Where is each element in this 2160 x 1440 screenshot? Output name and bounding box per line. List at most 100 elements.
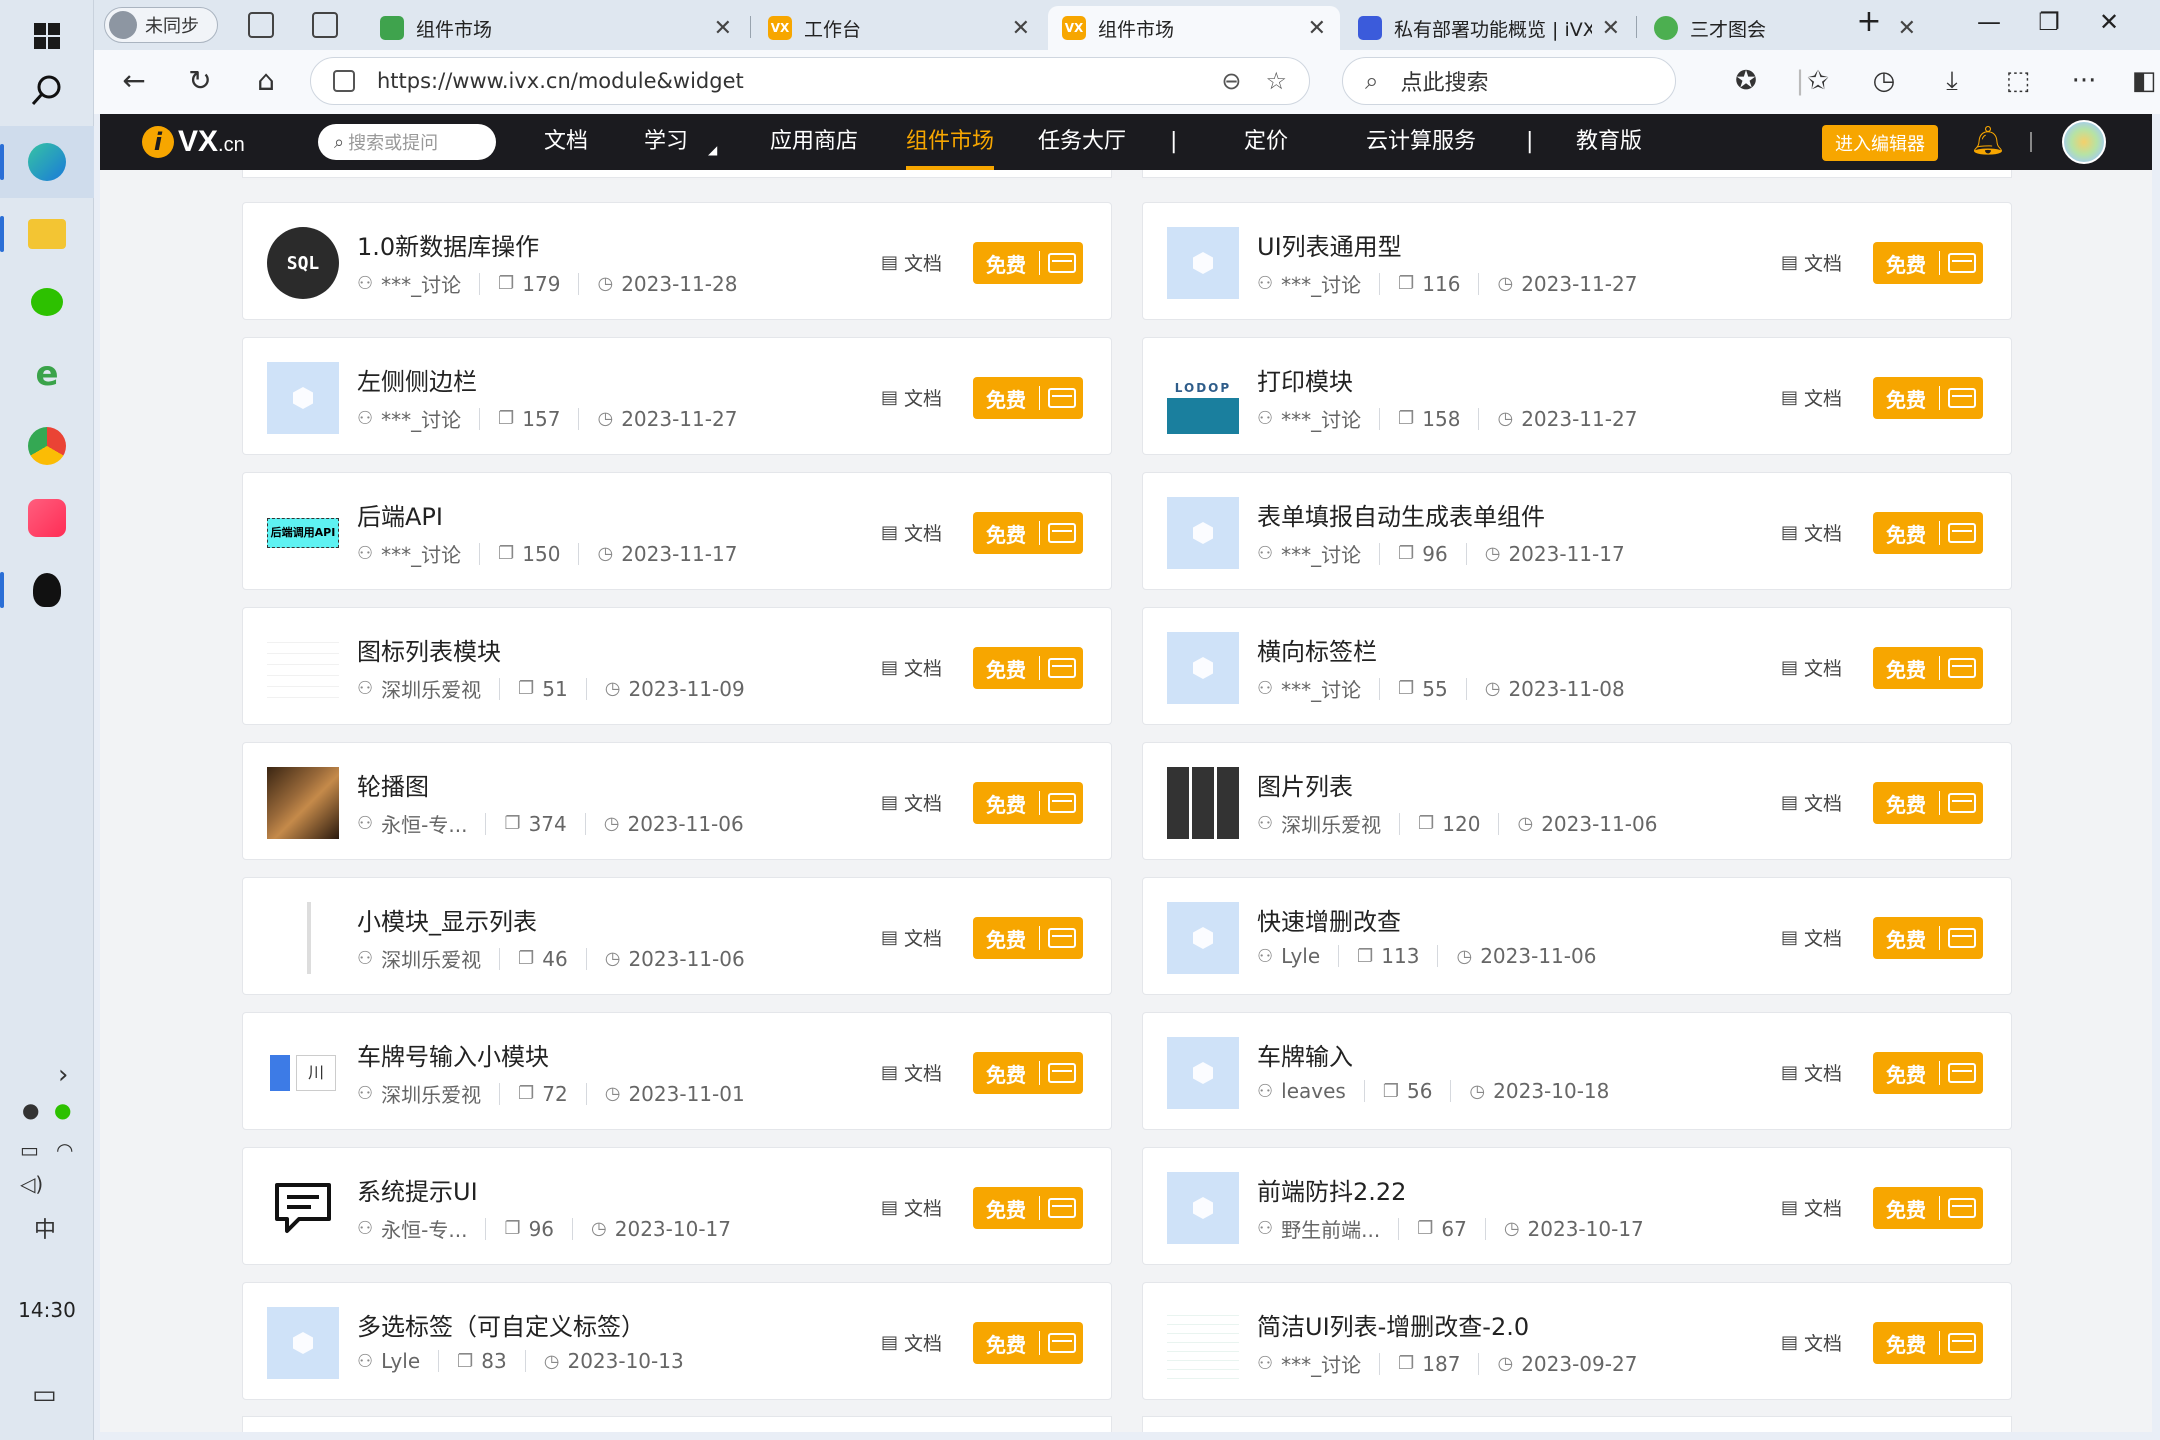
component-title[interactable]: 系统提示UI [357,1172,478,1207]
screenshot-icon[interactable]: ⬚ [1998,66,2038,96]
url-text[interactable]: https://www.ivx.cn/module&widget [377,69,1197,93]
free-get-button[interactable]: 免费 [1873,242,1983,284]
component-author[interactable]: ***_讨论 [1281,269,1361,298]
taskbar-file-explorer[interactable] [0,198,94,270]
component-author[interactable]: 深圳乐爱视 [1281,809,1381,838]
enter-editor-button[interactable]: 进入编辑器 [1822,125,1938,161]
nav-learn[interactable]: 学习 [644,114,688,170]
component-title[interactable]: 前端防抖2.22 [1257,1172,1406,1207]
component-title[interactable]: 1.0新数据库操作 [357,227,539,262]
volume-icon[interactable]: ◁) [20,1172,43,1196]
extensions-icon[interactable]: ✪ [1726,66,1766,96]
component-title[interactable]: 小模块_显示列表 [357,902,537,937]
component-card[interactable]: 小模块_显示列表 ⚇ 深圳乐爱视 ❐ 46 ◷ 2023-11-06 ▤ 文档 … [242,877,1112,995]
free-get-button[interactable]: 免费 [973,647,1083,689]
component-thumbnail[interactable] [1167,632,1239,704]
component-card[interactable]: 多选标签（可自定义标签） ⚇ Lyle ❐ 83 ◷ 2023-10-13 ▤ … [242,1282,1112,1400]
tray-wechat-icon[interactable]: ● [54,1098,71,1122]
notification-icon[interactable]: ▭ [32,1380,57,1410]
component-title[interactable]: UI列表通用型 [1257,227,1402,262]
taskbar-app-red[interactable] [0,482,94,554]
workspaces-icon[interactable] [248,12,274,38]
component-doc-link[interactable]: ▤ 文档 [881,1059,942,1086]
component-thumbnail[interactable]: 后端调用API [267,497,339,569]
close-window-icon[interactable]: ✕ [2084,8,2134,36]
downloads-icon[interactable]: ⤓ [1932,66,1972,97]
free-get-button[interactable]: 免费 [1873,1052,1983,1094]
component-thumbnail[interactable] [267,767,339,839]
restore-icon[interactable]: ❐ [2024,8,2074,36]
nav-docs[interactable]: 文档 [544,114,588,170]
component-author[interactable]: 永恒-专... [381,809,467,838]
taskbar-chrome[interactable] [0,410,94,482]
component-title[interactable]: 简洁UI列表-增删改查-2.0 [1257,1307,1529,1342]
component-author[interactable]: ***_讨论 [381,539,461,568]
taskbar-edge[interactable] [0,126,94,198]
component-card[interactable]: 轮播图 ⚇ 永恒-专... ❐ 374 ◷ 2023-11-06 ▤ 文档 免费 [242,742,1112,860]
component-doc-link[interactable]: ▤ 文档 [881,1329,942,1356]
component-title[interactable]: 多选标签（可自定义标签） [357,1307,645,1342]
component-author[interactable]: Lyle [1281,944,1320,968]
component-doc-link[interactable]: ▤ 文档 [1781,519,1842,546]
component-author[interactable]: Lyle [381,1349,420,1373]
component-title[interactable]: 快速增删改查 [1257,902,1401,937]
component-thumbnail[interactable]: SQL [267,227,339,299]
browser-search-box[interactable]: ⌕ 点此搜索 [1342,57,1676,105]
more-menu-icon[interactable]: ··· [2064,66,2104,96]
component-title[interactable]: 表单填报自动生成表单组件 [1257,497,1545,532]
tab-actions-icon[interactable] [312,12,338,38]
component-thumbnail[interactable] [1167,1172,1239,1244]
component-title[interactable]: 车牌号输入小模块 [357,1037,549,1072]
nav-pricing[interactable]: 定价 [1244,114,1288,170]
taskbar-qq[interactable] [0,554,94,626]
component-card[interactable]: UI列表通用型 ⚇ ***_讨论 ❐ 116 ◷ 2023-11-27 ▤ 文档… [1142,202,2012,320]
tray-expand-icon[interactable]: › [58,1060,68,1090]
component-author[interactable]: 永恒-专... [381,1214,467,1243]
component-card[interactable]: 简洁UI列表-增删改查-2.0 ⚇ ***_讨论 ❐ 187 ◷ 2023-09… [1142,1282,2012,1400]
free-get-button[interactable]: 免费 [973,917,1083,959]
free-get-button[interactable]: 免费 [1873,1187,1983,1229]
free-get-button[interactable]: 免费 [1873,1322,1983,1364]
component-title[interactable]: 打印模块 [1257,362,1353,397]
component-thumbnail[interactable]: 川 [267,1037,339,1109]
component-doc-link[interactable]: ▤ 文档 [881,519,942,546]
component-doc-link[interactable]: ▤ 文档 [1781,789,1842,816]
component-card[interactable]: 后端调用API 后端API ⚇ ***_讨论 ❐ 150 ◷ 2023-11-1… [242,472,1112,590]
component-author[interactable]: 深圳乐爱视 [381,674,481,703]
component-doc-link[interactable]: ▤ 文档 [881,654,942,681]
component-thumbnail[interactable] [1167,1307,1239,1379]
component-thumbnail[interactable] [1167,1037,1239,1109]
taskbar-search-button[interactable] [0,54,94,126]
component-thumbnail[interactable] [267,632,339,704]
component-title[interactable]: 横向标签栏 [1257,632,1377,667]
component-thumbnail[interactable] [267,1307,339,1379]
home-icon[interactable]: ⌂ [246,64,286,97]
component-doc-link[interactable]: ▤ 文档 [1781,249,1842,276]
close-tab-icon[interactable]: ✕ [1308,16,1326,41]
component-doc-link[interactable]: ▤ 文档 [1781,1194,1842,1221]
tab-2[interactable]: VX 工作台 ✕ [754,6,1044,50]
new-tab-icon[interactable]: + [1844,4,1894,39]
component-doc-link[interactable]: ▤ 文档 [1781,924,1842,951]
component-title[interactable]: 左侧侧边栏 [357,362,477,397]
close-tab-icon[interactable]: ✕ [714,16,732,41]
battery-icon[interactable]: ▭ [20,1138,39,1162]
free-get-button[interactable]: 免费 [973,377,1083,419]
component-card[interactable]: SQL 1.0新数据库操作 ⚇ ***_讨论 ❐ 179 ◷ 2023-11-2… [242,202,1112,320]
component-author[interactable]: 深圳乐爱视 [381,1079,481,1108]
free-get-button[interactable]: 免费 [973,1322,1083,1364]
close-tab-icon[interactable]: ✕ [1012,16,1030,41]
sidebar-toggle-icon[interactable]: ◧ [2124,66,2160,96]
component-doc-link[interactable]: ▤ 文档 [1781,1329,1842,1356]
minimize-icon[interactable]: — [1964,8,2014,36]
free-get-button[interactable]: 免费 [1873,377,1983,419]
free-get-button[interactable]: 免费 [1873,782,1983,824]
component-thumbnail[interactable] [1167,767,1239,839]
component-author[interactable]: ***_讨论 [1281,404,1361,433]
back-arrow-icon[interactable]: ← [114,64,154,97]
favorites-icon[interactable]: ✩ [1798,66,1838,96]
free-get-button[interactable]: 免费 [1873,647,1983,689]
close-tab-icon[interactable]: ✕ [1898,16,1916,41]
component-author[interactable]: 野生前端... [1281,1214,1380,1243]
refresh-icon[interactable]: ↻ [180,64,220,97]
